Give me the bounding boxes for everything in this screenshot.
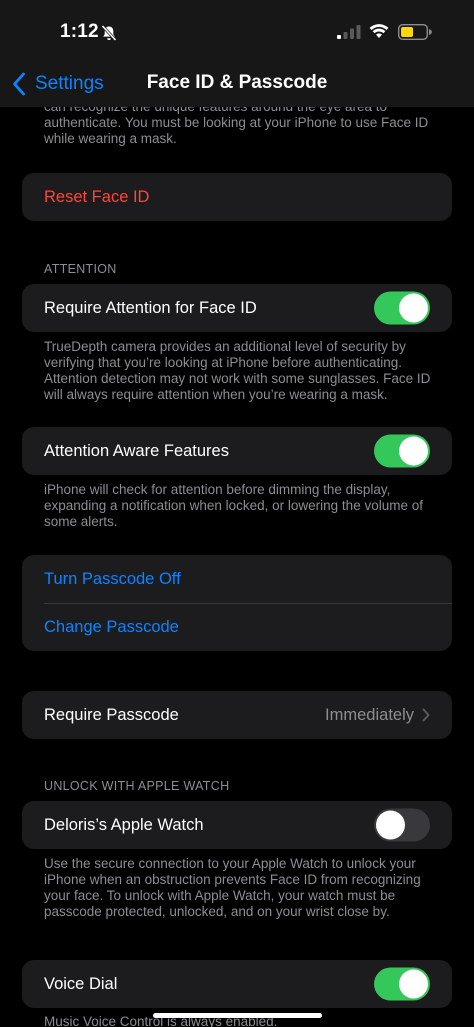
reset-face-id-label: Reset Face ID [44,187,150,206]
turn-passcode-off-label: Turn Passcode Off [44,569,181,588]
apple-watch-footnote: Use the secure connection to your Apple … [44,856,421,919]
attention-section-header: ATTENTION [44,262,117,276]
attention-aware-footnote: iPhone will check for attention before d… [44,482,423,529]
turn-passcode-off-button[interactable]: Turn Passcode Off [22,555,452,603]
attention-aware-row: Attention Aware Features [22,427,452,475]
face-id-passcode-screen: 1:12 Settings Face ID & Passcode authent… [0,0,474,1027]
require-passcode-label: Require Passcode [44,705,179,724]
reset-face-id-button[interactable]: Reset Face ID [22,173,452,221]
apple-watch-group: Deloris’s Apple Watch [22,801,452,849]
change-passcode-label: Change Passcode [44,617,179,636]
chevron-right-icon [422,708,430,722]
attention-aware-label: Attention Aware Features [44,441,229,460]
toggle-knob [376,810,405,840]
voice-dial-group: Voice Dial [22,960,452,1008]
bell-slash-icon [101,24,117,42]
battery-icon [398,24,432,40]
toggle-knob [399,293,428,323]
home-indicator[interactable] [153,1013,322,1018]
apple-watch-section-header: UNLOCK WITH APPLE WATCH [44,779,230,793]
apple-watch-toggle[interactable] [374,808,430,842]
cellular-signal-icon [337,25,361,39]
apple-watch-row: Deloris’s Apple Watch [22,801,452,849]
voice-dial-toggle[interactable] [374,967,430,1001]
reset-face-id-group: Reset Face ID [22,173,452,221]
wifi-icon [369,24,389,38]
require-attention-row: Require Attention for Face ID [22,284,452,332]
voice-dial-row: Voice Dial [22,960,452,1008]
header: 1:12 Settings Face ID & Passcode [0,0,474,107]
require-passcode-row[interactable]: Require Passcode Immediately [22,691,452,739]
attention-aware-toggle[interactable] [374,434,430,468]
toggle-knob [399,436,428,466]
apple-watch-label: Deloris’s Apple Watch [44,815,204,834]
passcode-group: Turn Passcode Off Change Passcode [22,555,452,651]
require-attention-label: Require Attention for Face ID [44,298,257,317]
require-attention-group: Require Attention for Face ID [22,284,452,332]
require-attention-toggle[interactable] [374,291,430,325]
require-passcode-value: Immediately [325,705,414,724]
page-title: Face ID & Passcode [146,72,328,93]
voice-dial-label: Voice Dial [44,974,118,993]
change-passcode-button[interactable]: Change Passcode [22,603,452,651]
require-passcode-group: Require Passcode Immediately [22,691,452,739]
attention-aware-group: Attention Aware Features [22,427,452,475]
status-time: 1:12 [60,21,99,42]
require-attention-footnote: TrueDepth camera provides an additional … [44,339,431,402]
toggle-knob [399,969,428,999]
